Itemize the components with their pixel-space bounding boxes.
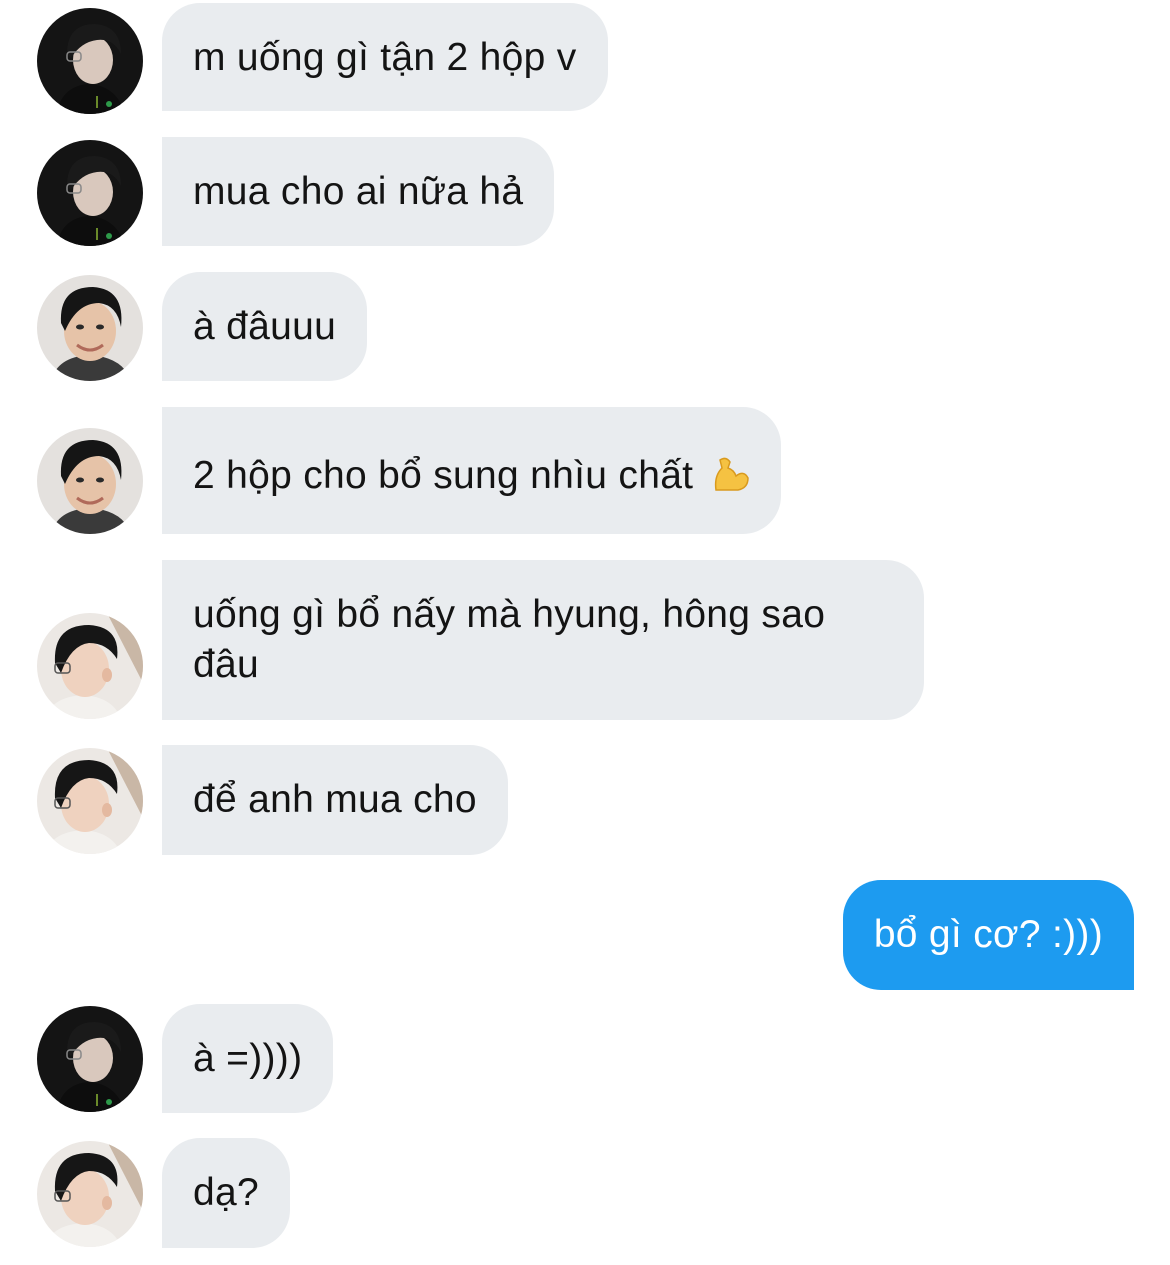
message-text: dạ? [193,1171,259,1214]
received-message-bubble[interactable]: uống gì bổ nấy mà hyung, hông sao đâu [162,560,924,720]
message-text: mua cho ai nữa hả [193,170,524,213]
received-message-bubble[interactable]: dạ? [162,1138,290,1248]
message-text: à đâuuu [193,305,337,348]
user-avatar-dark-shirt-glasses[interactable] [37,1006,143,1112]
user-avatar-boy-glasses-profile[interactable] [37,613,143,719]
message-text: để anh mua cho [193,778,477,821]
user-avatar-boy-glasses-profile[interactable] [37,748,143,854]
user-avatar-smiling-man[interactable] [37,428,143,534]
user-avatar-dark-shirt-glasses[interactable] [37,140,143,246]
message-text: m uống gì tận 2 hộp v [193,36,577,79]
sent-message-bubble[interactable]: bổ gì cơ? :))) [842,880,1134,990]
user-avatar-smiling-man[interactable] [37,275,143,381]
received-message-bubble[interactable]: để anh mua cho [162,745,508,855]
message-text: à =)))) [193,1037,303,1080]
received-message-bubble[interactable]: 2 hộp cho bổ sung nhìu chất [162,407,782,534]
user-avatar-dark-shirt-glasses[interactable] [37,8,143,114]
received-message-bubble[interactable]: m uống gì tận 2 hộp v [162,3,608,111]
received-message-bubble[interactable]: mua cho ai nữa hả [162,137,555,246]
received-message-bubble[interactable]: à đâuuu [162,272,368,381]
user-avatar-boy-glasses-profile[interactable] [37,1141,143,1247]
message-text: bổ gì cơ? :))) [873,913,1103,956]
message-text: 2 hộp cho bổ sung nhìu chất [193,454,694,497]
flexed-biceps-icon [710,456,750,507]
received-message-bubble[interactable]: à =)))) [162,1004,334,1113]
message-text: uống gì bổ nấy mà hyung, hông sao đâu [193,593,826,686]
